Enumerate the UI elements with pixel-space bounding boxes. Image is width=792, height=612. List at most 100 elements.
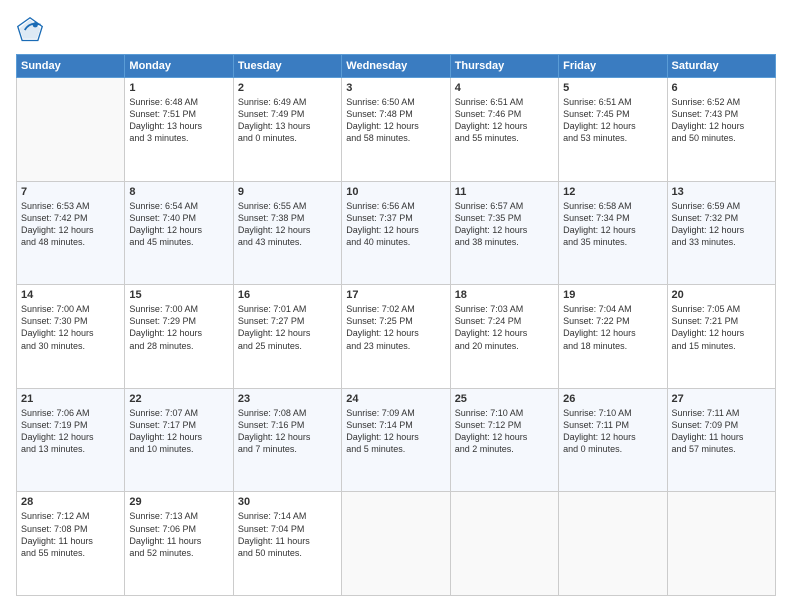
day-info: Sunrise: 6:52 AMSunset: 7:43 PMDaylight:… <box>672 96 771 145</box>
calendar-cell: 2 Sunrise: 6:49 AMSunset: 7:49 PMDaylight… <box>233 78 341 182</box>
calendar-cell: 29 Sunrise: 7:13 AMSunset: 7:06 PMDayligh… <box>125 492 233 596</box>
day-info: Sunrise: 6:55 AMSunset: 7:38 PMDaylight:… <box>238 200 337 249</box>
weekday-header-wednesday: Wednesday <box>342 55 450 78</box>
day-number: 19 <box>563 289 662 301</box>
weekday-header-row: SundayMondayTuesdayWednesdayThursdayFrid… <box>17 55 776 78</box>
day-info: Sunrise: 7:10 AMSunset: 7:12 PMDaylight:… <box>455 407 554 456</box>
day-number: 18 <box>455 289 554 301</box>
day-number: 21 <box>21 393 120 405</box>
calendar-cell: 6 Sunrise: 6:52 AMSunset: 7:43 PMDaylight… <box>667 78 775 182</box>
calendar-cell <box>17 78 125 182</box>
calendar-cell: 13Sunrise: 6:59 AMSunset: 7:32 PMDayligh… <box>667 181 775 285</box>
day-info: Sunrise: 7:04 AMSunset: 7:22 PMDaylight:… <box>563 303 662 352</box>
calendar-cell: 24 Sunrise: 7:09 AMSunset: 7:14 PMDayligh… <box>342 388 450 492</box>
day-number: 24 <box>346 393 445 405</box>
logo <box>16 16 48 44</box>
calendar-cell: 21 Sunrise: 7:06 AMSunset: 7:19 PMDayligh… <box>17 388 125 492</box>
day-number: 29 <box>129 496 228 508</box>
day-info: Sunrise: 7:05 AMSunset: 7:21 PMDaylight:… <box>672 303 771 352</box>
day-info: Sunrise: 7:08 AMSunset: 7:16 PMDaylight:… <box>238 407 337 456</box>
day-info: Sunrise: 7:10 AMSunset: 7:11 PMDaylight:… <box>563 407 662 456</box>
calendar-cell: 27 Sunrise: 7:11 AMSunset: 7:09 PMDayligh… <box>667 388 775 492</box>
day-info: Sunrise: 7:00 AMSunset: 7:29 PMDaylight:… <box>129 303 228 352</box>
day-number: 30 <box>238 496 337 508</box>
week-row-2: 7 Sunrise: 6:53 AMSunset: 7:42 PMDaylight… <box>17 181 776 285</box>
calendar-cell: 1Sunrise: 6:48 AMSunset: 7:51 PMDaylight… <box>125 78 233 182</box>
day-info: Sunrise: 7:01 AMSunset: 7:27 PMDaylight:… <box>238 303 337 352</box>
calendar-cell: 18 Sunrise: 7:03 AMSunset: 7:24 PMDayligh… <box>450 285 558 389</box>
calendar-cell: 20 Sunrise: 7:05 AMSunset: 7:21 PMDayligh… <box>667 285 775 389</box>
day-number: 8 <box>129 186 228 198</box>
calendar-cell: 22 Sunrise: 7:07 AMSunset: 7:17 PMDayligh… <box>125 388 233 492</box>
day-number: 17 <box>346 289 445 301</box>
logo-icon <box>16 16 44 44</box>
day-number: 11 <box>455 186 554 198</box>
day-info: Sunrise: 6:58 AMSunset: 7:34 PMDaylight:… <box>563 200 662 249</box>
day-number: 20 <box>672 289 771 301</box>
day-info: Sunrise: 6:53 AMSunset: 7:42 PMDaylight:… <box>21 200 120 249</box>
week-row-1: 1Sunrise: 6:48 AMSunset: 7:51 PMDaylight… <box>17 78 776 182</box>
header <box>16 16 776 44</box>
day-info: Sunrise: 6:49 AMSunset: 7:49 PMDaylight:… <box>238 96 337 145</box>
weekday-header-tuesday: Tuesday <box>233 55 341 78</box>
calendar-cell: 23Sunrise: 7:08 AMSunset: 7:16 PMDayligh… <box>233 388 341 492</box>
day-info: Sunrise: 7:06 AMSunset: 7:19 PMDaylight:… <box>21 407 120 456</box>
day-number: 13 <box>672 186 771 198</box>
weekday-header-monday: Monday <box>125 55 233 78</box>
day-number: 12 <box>563 186 662 198</box>
day-info: Sunrise: 7:13 AMSunset: 7:06 PMDaylight:… <box>129 510 228 559</box>
day-number: 1 <box>129 82 228 94</box>
calendar-cell: 9 Sunrise: 6:55 AMSunset: 7:38 PMDaylight… <box>233 181 341 285</box>
calendar-cell: 7 Sunrise: 6:53 AMSunset: 7:42 PMDaylight… <box>17 181 125 285</box>
calendar-cell: 11 Sunrise: 6:57 AMSunset: 7:35 PMDayligh… <box>450 181 558 285</box>
day-number: 4 <box>455 82 554 94</box>
day-info: Sunrise: 7:12 AMSunset: 7:08 PMDaylight:… <box>21 510 120 559</box>
day-number: 2 <box>238 82 337 94</box>
calendar-cell: 3Sunrise: 6:50 AMSunset: 7:48 PMDaylight… <box>342 78 450 182</box>
calendar-cell <box>342 492 450 596</box>
calendar-cell: 26 Sunrise: 7:10 AMSunset: 7:11 PMDayligh… <box>559 388 667 492</box>
day-info: Sunrise: 7:07 AMSunset: 7:17 PMDaylight:… <box>129 407 228 456</box>
day-number: 9 <box>238 186 337 198</box>
calendar-cell <box>450 492 558 596</box>
calendar-cell: 30 Sunrise: 7:14 AMSunset: 7:04 PMDayligh… <box>233 492 341 596</box>
day-info: Sunrise: 7:09 AMSunset: 7:14 PMDaylight:… <box>346 407 445 456</box>
day-number: 6 <box>672 82 771 94</box>
calendar-table: SundayMondayTuesdayWednesdayThursdayFrid… <box>16 54 776 596</box>
calendar-cell: 16 Sunrise: 7:01 AMSunset: 7:27 PMDayligh… <box>233 285 341 389</box>
day-number: 3 <box>346 82 445 94</box>
day-number: 14 <box>21 289 120 301</box>
day-number: 28 <box>21 496 120 508</box>
weekday-header-friday: Friday <box>559 55 667 78</box>
calendar-cell <box>667 492 775 596</box>
day-info: Sunrise: 7:00 AMSunset: 7:30 PMDaylight:… <box>21 303 120 352</box>
week-row-5: 28 Sunrise: 7:12 AMSunset: 7:08 PMDayligh… <box>17 492 776 596</box>
weekday-header-thursday: Thursday <box>450 55 558 78</box>
calendar-cell: 14 Sunrise: 7:00 AMSunset: 7:30 PMDayligh… <box>17 285 125 389</box>
day-number: 22 <box>129 393 228 405</box>
week-row-4: 21 Sunrise: 7:06 AMSunset: 7:19 PMDayligh… <box>17 388 776 492</box>
page: SundayMondayTuesdayWednesdayThursdayFrid… <box>0 0 792 612</box>
day-number: 26 <box>563 393 662 405</box>
calendar-cell: 8 Sunrise: 6:54 AMSunset: 7:40 PMDaylight… <box>125 181 233 285</box>
day-info: Sunrise: 6:56 AMSunset: 7:37 PMDaylight:… <box>346 200 445 249</box>
day-info: Sunrise: 6:54 AMSunset: 7:40 PMDaylight:… <box>129 200 228 249</box>
weekday-header-sunday: Sunday <box>17 55 125 78</box>
day-number: 16 <box>238 289 337 301</box>
calendar-cell: 17Sunrise: 7:02 AMSunset: 7:25 PMDayligh… <box>342 285 450 389</box>
day-number: 27 <box>672 393 771 405</box>
day-info: Sunrise: 6:57 AMSunset: 7:35 PMDaylight:… <box>455 200 554 249</box>
calendar-cell: 10Sunrise: 6:56 AMSunset: 7:37 PMDayligh… <box>342 181 450 285</box>
day-info: Sunrise: 7:11 AMSunset: 7:09 PMDaylight:… <box>672 407 771 456</box>
calendar-cell: 25 Sunrise: 7:10 AMSunset: 7:12 PMDayligh… <box>450 388 558 492</box>
day-info: Sunrise: 7:03 AMSunset: 7:24 PMDaylight:… <box>455 303 554 352</box>
day-info: Sunrise: 6:51 AMSunset: 7:46 PMDaylight:… <box>455 96 554 145</box>
calendar-cell: 15Sunrise: 7:00 AMSunset: 7:29 PMDayligh… <box>125 285 233 389</box>
calendar-cell: 28 Sunrise: 7:12 AMSunset: 7:08 PMDayligh… <box>17 492 125 596</box>
day-number: 25 <box>455 393 554 405</box>
day-info: Sunrise: 6:51 AMSunset: 7:45 PMDaylight:… <box>563 96 662 145</box>
day-number: 7 <box>21 186 120 198</box>
calendar-cell: 12 Sunrise: 6:58 AMSunset: 7:34 PMDayligh… <box>559 181 667 285</box>
day-info: Sunrise: 7:14 AMSunset: 7:04 PMDaylight:… <box>238 510 337 559</box>
day-number: 5 <box>563 82 662 94</box>
